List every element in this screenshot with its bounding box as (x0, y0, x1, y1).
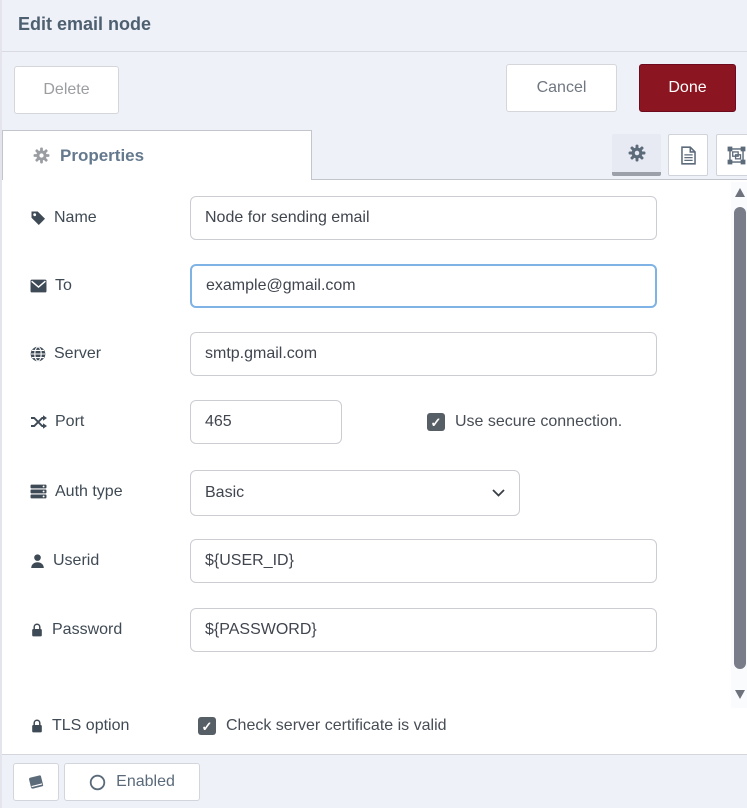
gear-icon (628, 144, 646, 162)
port-label: Port (55, 413, 84, 431)
name-input[interactable] (190, 196, 657, 240)
lock-icon (30, 718, 44, 734)
tls-certificate-label: Check server certificate is valid (226, 717, 447, 735)
tag-icon (30, 210, 46, 226)
dialog-title: Edit email node (18, 14, 151, 35)
book-icon (28, 774, 45, 791)
form-row-to: To (2, 264, 747, 308)
tab-button-properties[interactable] (612, 134, 661, 176)
tls-check-option: ✓ Check server certificate is valid (198, 717, 447, 735)
tab-button-description[interactable] (668, 134, 708, 176)
enabled-label: Enabled (116, 773, 175, 791)
shuffle-icon (30, 414, 47, 430)
tab-button-appearance[interactable] (716, 134, 747, 176)
secure-connection-checkbox[interactable]: ✓ (427, 413, 445, 431)
to-input[interactable] (190, 264, 657, 308)
auth-type-select[interactable]: Basic (190, 470, 520, 516)
secure-connection-label: Use secure connection. (455, 413, 622, 431)
tab-bar: Properties (2, 130, 747, 180)
secure-connection-option: ✓ Use secure connection. (427, 413, 622, 431)
chevron-down-icon (492, 489, 505, 497)
form-row-userid: Userid (2, 539, 747, 583)
delete-button[interactable]: Delete (14, 66, 119, 114)
scrollbar-thumb[interactable] (734, 207, 746, 669)
cancel-button[interactable]: Cancel (506, 64, 617, 112)
globe-icon (30, 346, 46, 362)
properties-form: Name To Server (2, 180, 747, 754)
edit-email-node-dialog: { "dialog": { "title": "Edit email node"… (0, 0, 747, 808)
server-input[interactable] (190, 332, 657, 376)
enabled-toggle-button[interactable]: Enabled (64, 763, 200, 801)
form-row-password: Password (2, 608, 747, 652)
scroll-down-arrow-icon[interactable] (735, 690, 745, 699)
envelope-icon (30, 279, 47, 293)
tab-properties-label: Properties (60, 146, 144, 166)
server-label: Server (54, 345, 101, 363)
status-circle-icon (89, 774, 106, 791)
document-icon (680, 146, 697, 165)
userid-label: Userid (53, 552, 99, 570)
appearance-icon (727, 146, 746, 165)
dialog-footer: Enabled (2, 754, 747, 808)
port-input[interactable] (190, 400, 342, 444)
lock-icon (30, 622, 44, 638)
password-label: Password (52, 621, 122, 639)
auth-type-value: Basic (205, 484, 244, 502)
server-stack-icon (30, 484, 47, 500)
name-label: Name (54, 209, 97, 227)
form-row-name: Name (2, 196, 747, 240)
user-icon (30, 553, 45, 569)
dialog-header: Edit email node (2, 0, 747, 52)
gear-icon (33, 147, 50, 164)
form-row-server: Server (2, 332, 747, 376)
userid-input[interactable] (190, 539, 657, 583)
tab-properties[interactable]: Properties (2, 130, 312, 180)
tls-certificate-checkbox[interactable]: ✓ (198, 717, 216, 735)
node-help-button[interactable] (13, 763, 59, 801)
password-input[interactable] (190, 608, 657, 652)
to-label: To (55, 277, 72, 295)
scrollbar[interactable] (731, 182, 747, 708)
form-row-tls: TLS option ✓ Check server certificate is… (2, 704, 747, 748)
scroll-up-arrow-icon[interactable] (735, 188, 745, 197)
auth-type-label: Auth type (55, 483, 123, 501)
tls-option-label: TLS option (52, 717, 129, 735)
form-row-auth-type: Auth type Basic (2, 470, 747, 514)
form-row-port: Port ✓ Use secure connection. (2, 400, 747, 444)
done-button[interactable]: Done (639, 64, 736, 112)
